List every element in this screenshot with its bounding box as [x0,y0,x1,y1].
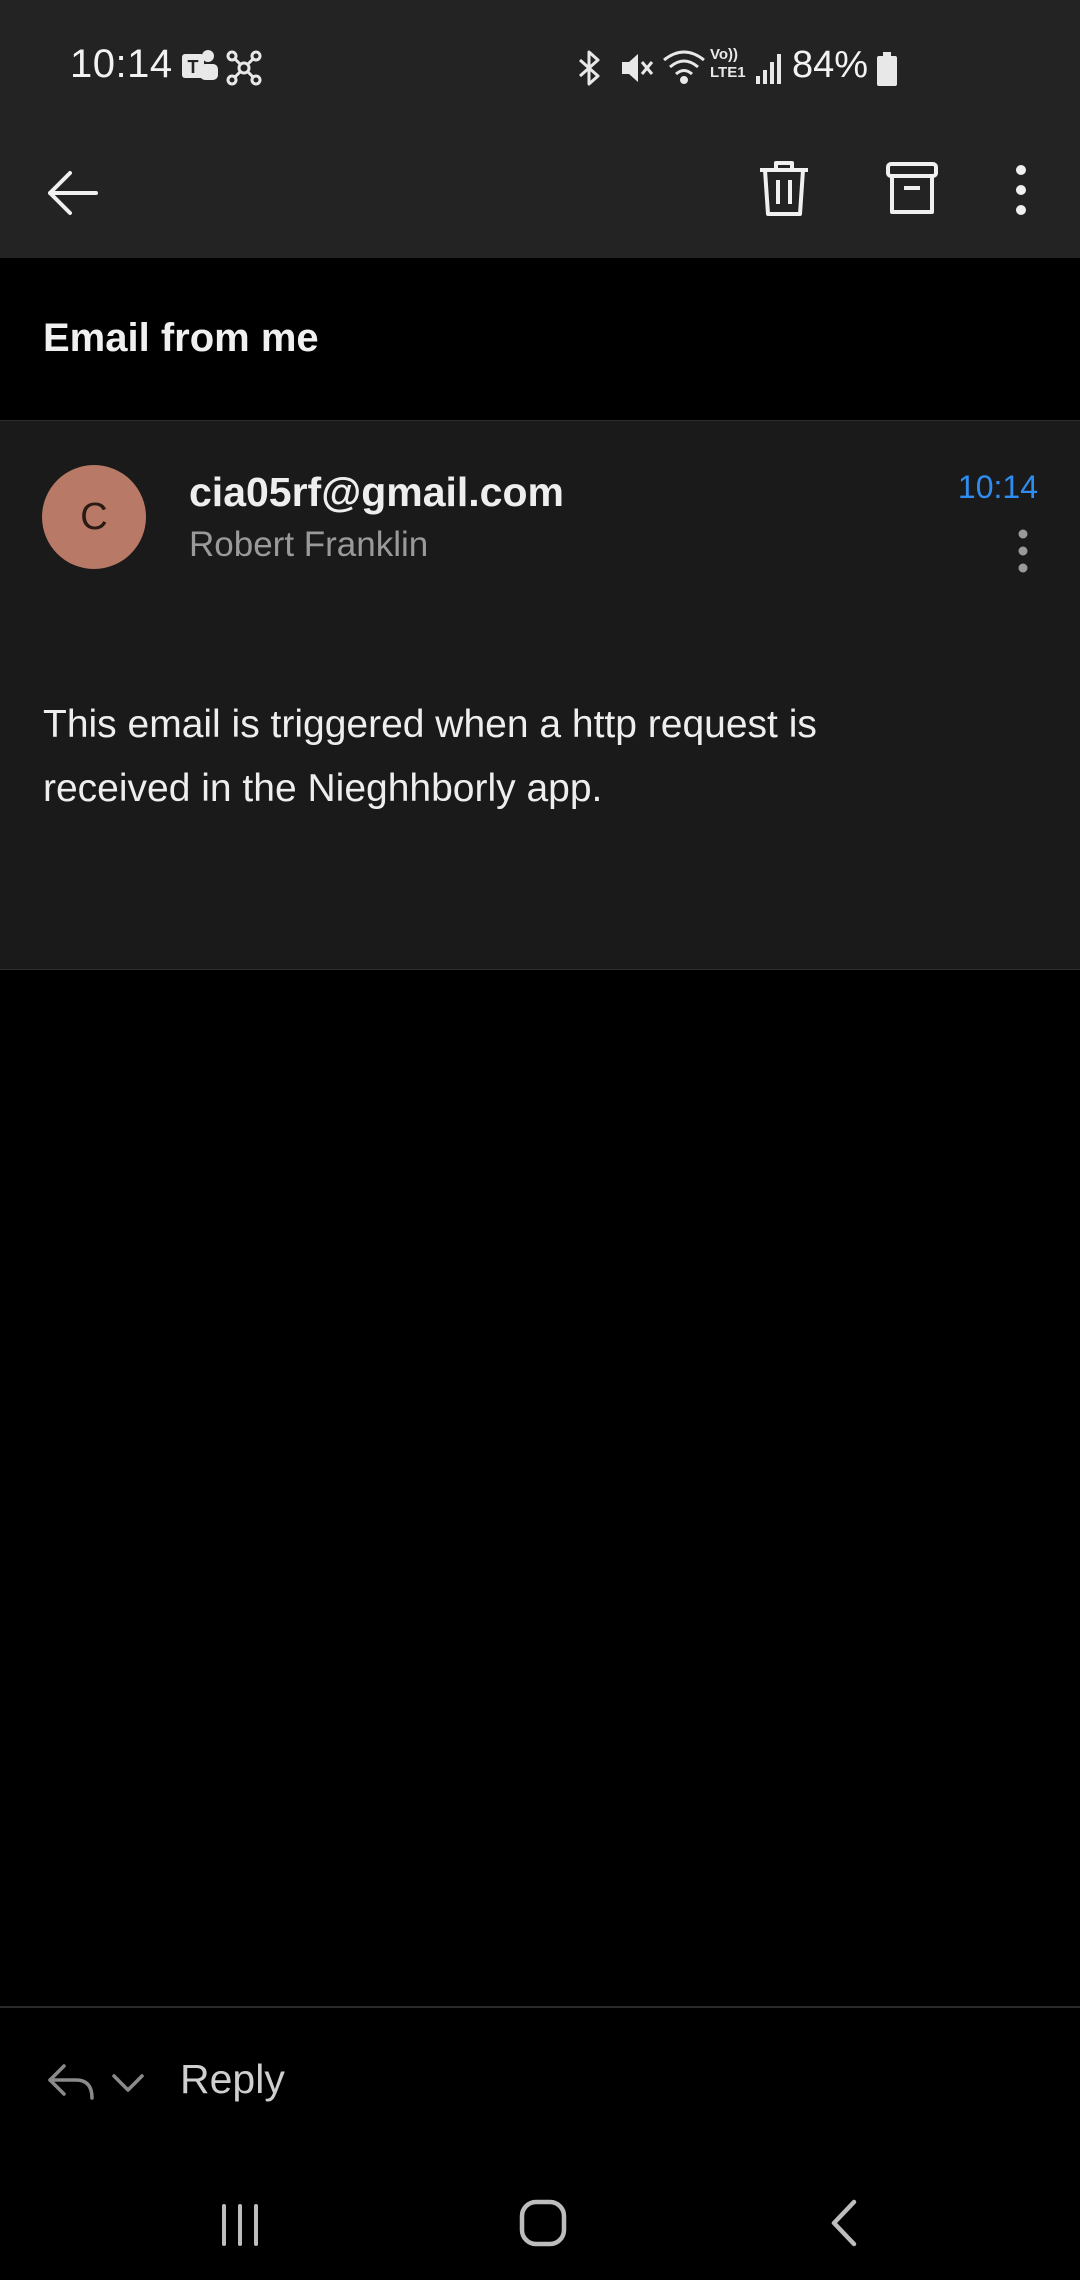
avatar[interactable]: C [42,465,146,569]
signal-icon [756,52,784,84]
message-more-icon[interactable] [1008,517,1038,577]
reply-icon[interactable] [46,2060,98,2104]
network-icon [226,50,262,86]
email-body-line: This email is triggered when a http requ… [43,703,817,746]
wifi-icon [662,48,706,86]
bluetooth-icon [574,48,604,88]
mute-icon [618,50,654,86]
trash-icon[interactable] [756,158,812,220]
chevron-down-icon[interactable] [110,2070,146,2096]
battery-icon [876,52,898,86]
nav-back-icon[interactable] [826,2198,866,2248]
archive-icon[interactable] [884,158,940,220]
teams-icon: T [180,48,220,86]
message-card: C cia05rf@gmail.com Robert Franklin 10:1… [0,420,1080,970]
recents-icon[interactable] [216,2200,266,2250]
email-body: This email is triggered when a http requ… [43,693,1043,821]
volte-icon: Vo)) LTE1 [710,46,746,81]
message-time: 10:14 [957,469,1038,505]
reply-button[interactable]: Reply [180,2056,285,2103]
svg-text:T: T [188,57,199,77]
sender-email[interactable]: cia05rf@gmail.com [189,469,564,516]
home-icon[interactable] [518,2196,568,2250]
toolbar [0,132,1080,258]
more-vertical-icon[interactable] [1006,162,1036,218]
back-arrow-icon[interactable] [44,162,106,224]
status-bar: 10:14 T Vo)) LTE1 84% [0,0,1080,132]
email-subject: Email from me [43,316,319,360]
status-time: 10:14 [70,42,173,86]
nav-bar [0,2158,1080,2280]
email-body-line: received in the Nieghhborly app. [43,767,603,810]
reply-bar[interactable]: Reply [0,2008,1080,2158]
sender-name[interactable]: Robert Franklin [189,525,428,565]
subject-band: Email from me [0,258,1080,420]
battery-percent: 84% [791,44,868,86]
